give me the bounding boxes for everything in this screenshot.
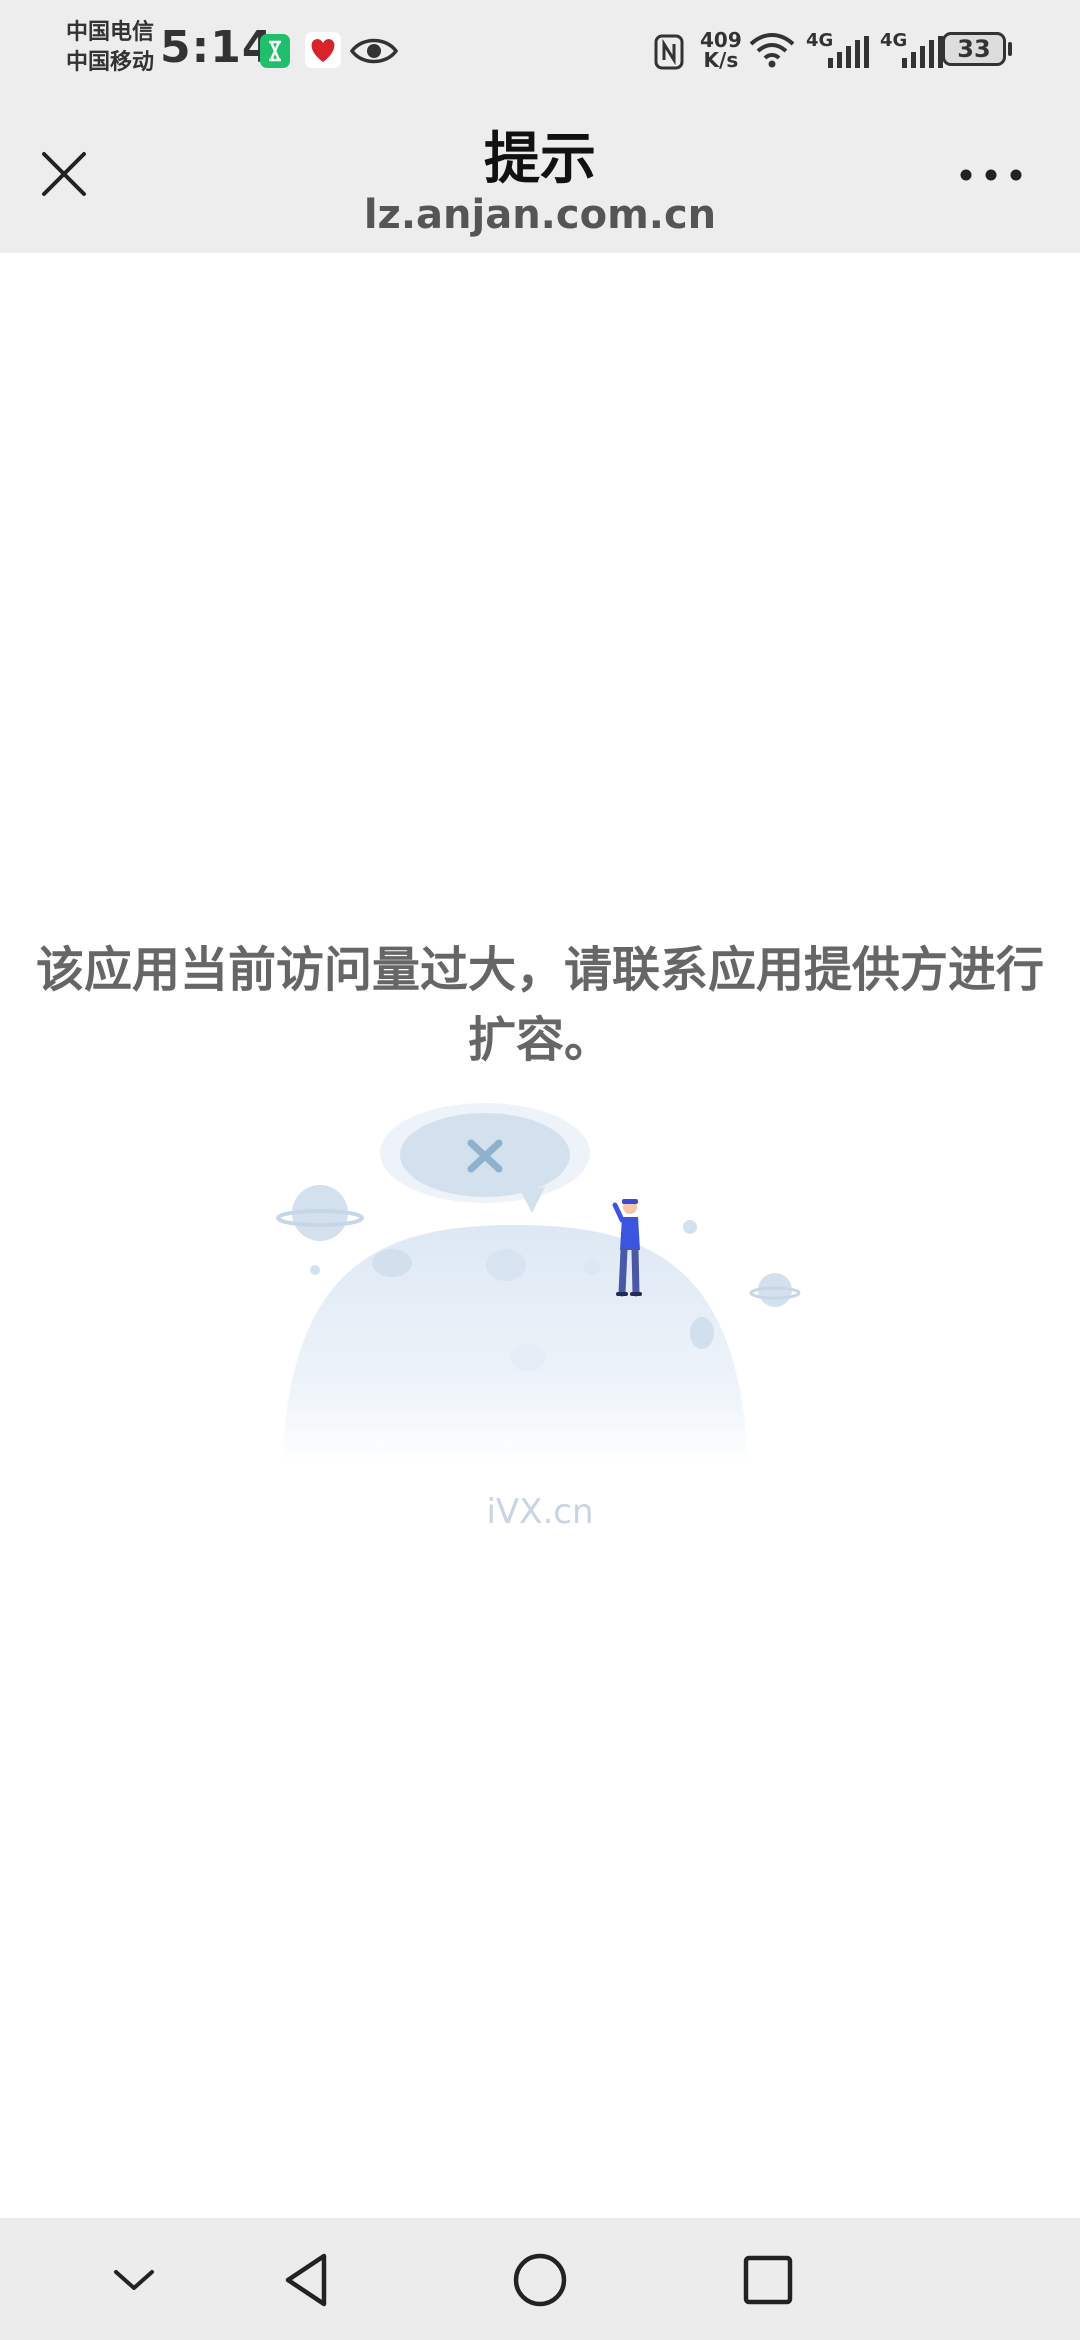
status-bar: 中国电信 中国移动 5:14 409 K/s 4G 4G 33 xyxy=(0,0,1080,100)
system-nav-bar xyxy=(0,2218,1080,2340)
carrier-labels: 中国电信 中国移动 xyxy=(66,18,154,78)
heart-app-icon xyxy=(305,32,341,68)
carrier-2: 中国移动 xyxy=(66,50,155,75)
signal-icon xyxy=(828,36,869,68)
status-time: 5:14 xyxy=(160,22,274,73)
more-icon[interactable] xyxy=(956,160,1026,190)
back-icon[interactable] xyxy=(276,2248,340,2312)
battery-level: 33 xyxy=(957,35,991,63)
signal-icon-2 xyxy=(902,36,943,68)
network-speed: 409 K/s xyxy=(700,30,742,70)
page-title: 提示 xyxy=(484,127,596,192)
speed-value: 409 xyxy=(700,28,742,52)
recents-icon[interactable] xyxy=(736,2248,800,2312)
planet-illustration xyxy=(276,1103,801,1465)
wifi-icon xyxy=(749,33,795,68)
hourglass-app-icon xyxy=(260,34,290,68)
error-message: 该应用当前访问量过大，请联系应用提供方进行扩容。 xyxy=(35,942,1044,1068)
home-icon[interactable] xyxy=(508,2248,572,2312)
chevron-down-icon[interactable] xyxy=(102,2248,166,2312)
nav-bar: 提示 lz.anjan.com.cn xyxy=(0,100,1080,253)
page-url: lz.anjan.com.cn xyxy=(363,192,717,238)
carrier-1: 中国电信 xyxy=(66,20,155,45)
battery-tip xyxy=(1008,42,1012,56)
brand-label: iVX.cn xyxy=(486,1492,594,1532)
nfc-icon xyxy=(654,34,684,70)
eye-icon xyxy=(350,38,398,64)
speed-unit: K/s xyxy=(703,48,739,72)
